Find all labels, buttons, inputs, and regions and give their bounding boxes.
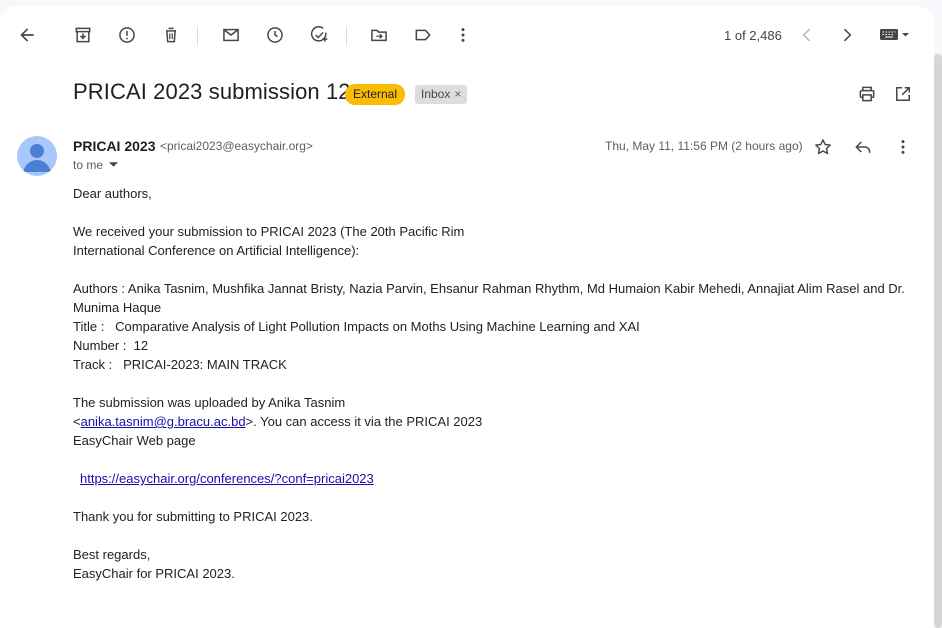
body-authors: Authors : Anika Tasnim, Mushfika Jannat … <box>73 281 905 315</box>
chevron-left-icon <box>802 28 811 42</box>
label-icon <box>415 29 431 41</box>
body-track: Track : PRICAI-2023: MAIN TRACK <box>73 357 287 372</box>
sender-email: <pricai2023@easychair.org> <box>160 139 313 153</box>
pager-count: 1 of 2,486 <box>724 28 782 43</box>
back-icon <box>20 28 34 42</box>
body-regards: Best regards, <box>73 547 151 562</box>
add-task-button[interactable] <box>302 18 336 52</box>
star-button[interactable] <box>806 130 840 164</box>
reply-icon <box>855 141 871 153</box>
body-url-line: https://easychair.org/conferences/?conf=… <box>73 469 923 488</box>
toolbar-divider <box>197 26 198 46</box>
email-body: Dear authors, We received your submissio… <box>73 184 923 583</box>
add-task-icon <box>310 26 328 42</box>
open-new-window-button[interactable] <box>886 77 920 111</box>
body-access-text: >. You can access it via the PRICAI 2023 <box>245 414 483 429</box>
keyboard-icon <box>880 29 909 40</box>
older-button[interactable] <box>830 18 864 52</box>
body-thanks: Thank you for submitting to PRICAI 2023. <box>73 509 313 524</box>
recipient-text: to me <box>73 158 104 172</box>
open-in-new-icon <box>896 87 910 101</box>
move-to-icon <box>371 29 387 42</box>
body-number: Number : 12 <box>73 338 149 353</box>
inbox-label-text: Inbox <box>421 87 451 101</box>
archive-icon <box>75 27 91 43</box>
message-more-button[interactable] <box>886 130 920 164</box>
email-subject: PRICAI 2023 submission 12 <box>73 79 351 104</box>
star-icon <box>815 139 831 155</box>
mark-unread-button[interactable] <box>214 18 248 52</box>
more-icon <box>901 140 905 154</box>
person-icon <box>23 144 51 172</box>
print-icon <box>859 86 875 102</box>
delete-icon <box>166 27 176 43</box>
reply-button[interactable] <box>846 130 880 164</box>
move-to-button[interactable] <box>362 18 396 52</box>
body-greeting: Dear authors, <box>73 186 152 201</box>
conference-link[interactable]: https://easychair.org/conferences/?conf=… <box>80 471 374 486</box>
body-uploaded: The submission was uploaded by Anika Tas… <box>73 395 346 410</box>
mark-unread-icon <box>223 28 239 42</box>
email-card: 1 of 2,486 PRICAI 2023 submission 12 Ext… <box>0 6 934 628</box>
report-spam-button[interactable] <box>110 18 144 52</box>
input-tools-button[interactable] <box>872 18 916 52</box>
external-badge: External <box>345 84 406 105</box>
author-email-link[interactable]: anika.tasnim@g.bracu.ac.bd <box>81 414 246 429</box>
chevron-down-icon <box>109 162 119 167</box>
scrollbar-thumb[interactable] <box>934 54 942 628</box>
toolbar-divider <box>346 26 347 46</box>
delete-button[interactable] <box>154 18 188 52</box>
archive-button[interactable] <box>66 18 100 52</box>
sender-name[interactable]: PRICAI 2023 <box>73 138 155 154</box>
body-title: Title : Comparative Analysis of Light Po… <box>73 319 640 334</box>
more-icon <box>461 28 465 42</box>
body-web-page: EasyChair Web page <box>73 433 196 448</box>
chevron-right-icon <box>843 28 852 42</box>
inbox-label-chip: Inbox × <box>415 85 468 104</box>
snooze-icon <box>267 27 283 43</box>
more-options-button[interactable] <box>446 18 480 52</box>
sender-avatar[interactable] <box>17 136 57 176</box>
body-line: We received your submission to PRICAI 20… <box>73 224 465 239</box>
scrollbar[interactable] <box>934 54 942 628</box>
report-spam-icon <box>119 27 135 43</box>
remove-label-close-icon[interactable]: × <box>454 85 461 104</box>
newer-button[interactable] <box>790 18 824 52</box>
recipient-details[interactable]: to me <box>73 158 119 172</box>
body-signature: EasyChair for PRICAI 2023. <box>73 566 235 581</box>
body-line: International Conference on Artificial I… <box>73 243 360 258</box>
label-button[interactable] <box>406 18 440 52</box>
snooze-button[interactable] <box>258 18 292 52</box>
email-toolbar: 1 of 2,486 <box>0 6 934 60</box>
email-date: Thu, May 11, 11:56 PM (2 hours ago) <box>605 139 803 153</box>
body-angle-open: < <box>73 414 81 429</box>
print-all-button[interactable] <box>850 77 884 111</box>
body-access: <anika.tasnim@g.bracu.ac.bd>. You can ac… <box>73 412 923 431</box>
back-button[interactable] <box>10 18 44 52</box>
